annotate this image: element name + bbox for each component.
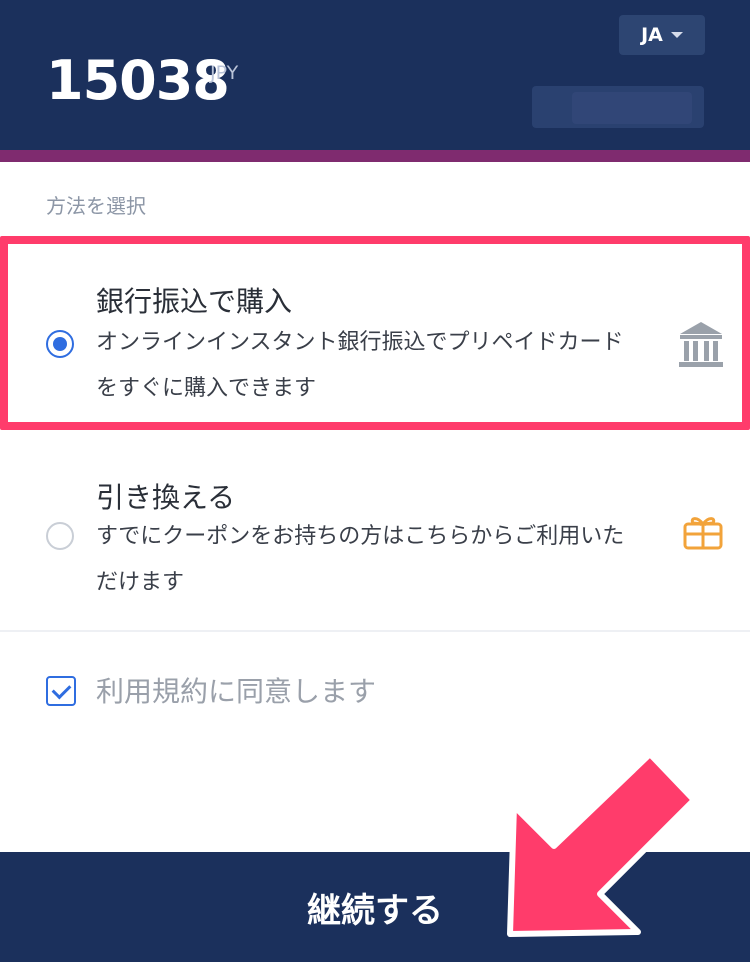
header-bar: 15038 JPY JA [0, 0, 750, 150]
option-title: 銀行振込で購入 [96, 285, 293, 318]
balance-amount: 15038 [46, 49, 230, 112]
radio-selected[interactable] [46, 330, 74, 358]
divider [0, 630, 750, 632]
gift-icon [683, 517, 723, 550]
section-label: 方法を選択 [46, 194, 146, 218]
chevron-down-icon [670, 32, 683, 38]
option-title: 引き換える [96, 481, 236, 514]
blurred-account-info-inner [572, 92, 692, 124]
option-redeem[interactable]: 引き換える すでにクーポンをお持ちの方はこちらからご利用いただけます [0, 440, 750, 630]
option-description: すでにクーポンをお持ちの方はこちらからご利用いただけます [96, 524, 625, 595]
bank-icon [679, 322, 723, 367]
language-select[interactable]: JA [619, 15, 705, 55]
language-label: JA [641, 24, 663, 46]
option-bank-transfer[interactable]: 銀行振込で購入 オンラインインスタント銀行振込でプリペイドカードをすぐに購入でき… [0, 236, 750, 430]
terms-label: 利用規約に同意します [96, 675, 377, 708]
radio-unselected[interactable] [46, 522, 74, 550]
currency-label: JPY [210, 62, 239, 84]
pointer-arrow-icon [507, 751, 697, 937]
option-description: オンラインインスタント銀行振込でプリペイドカードをすぐに購入できます [96, 330, 624, 401]
terms-checkbox[interactable] [46, 676, 76, 706]
accent-strip [0, 150, 750, 162]
